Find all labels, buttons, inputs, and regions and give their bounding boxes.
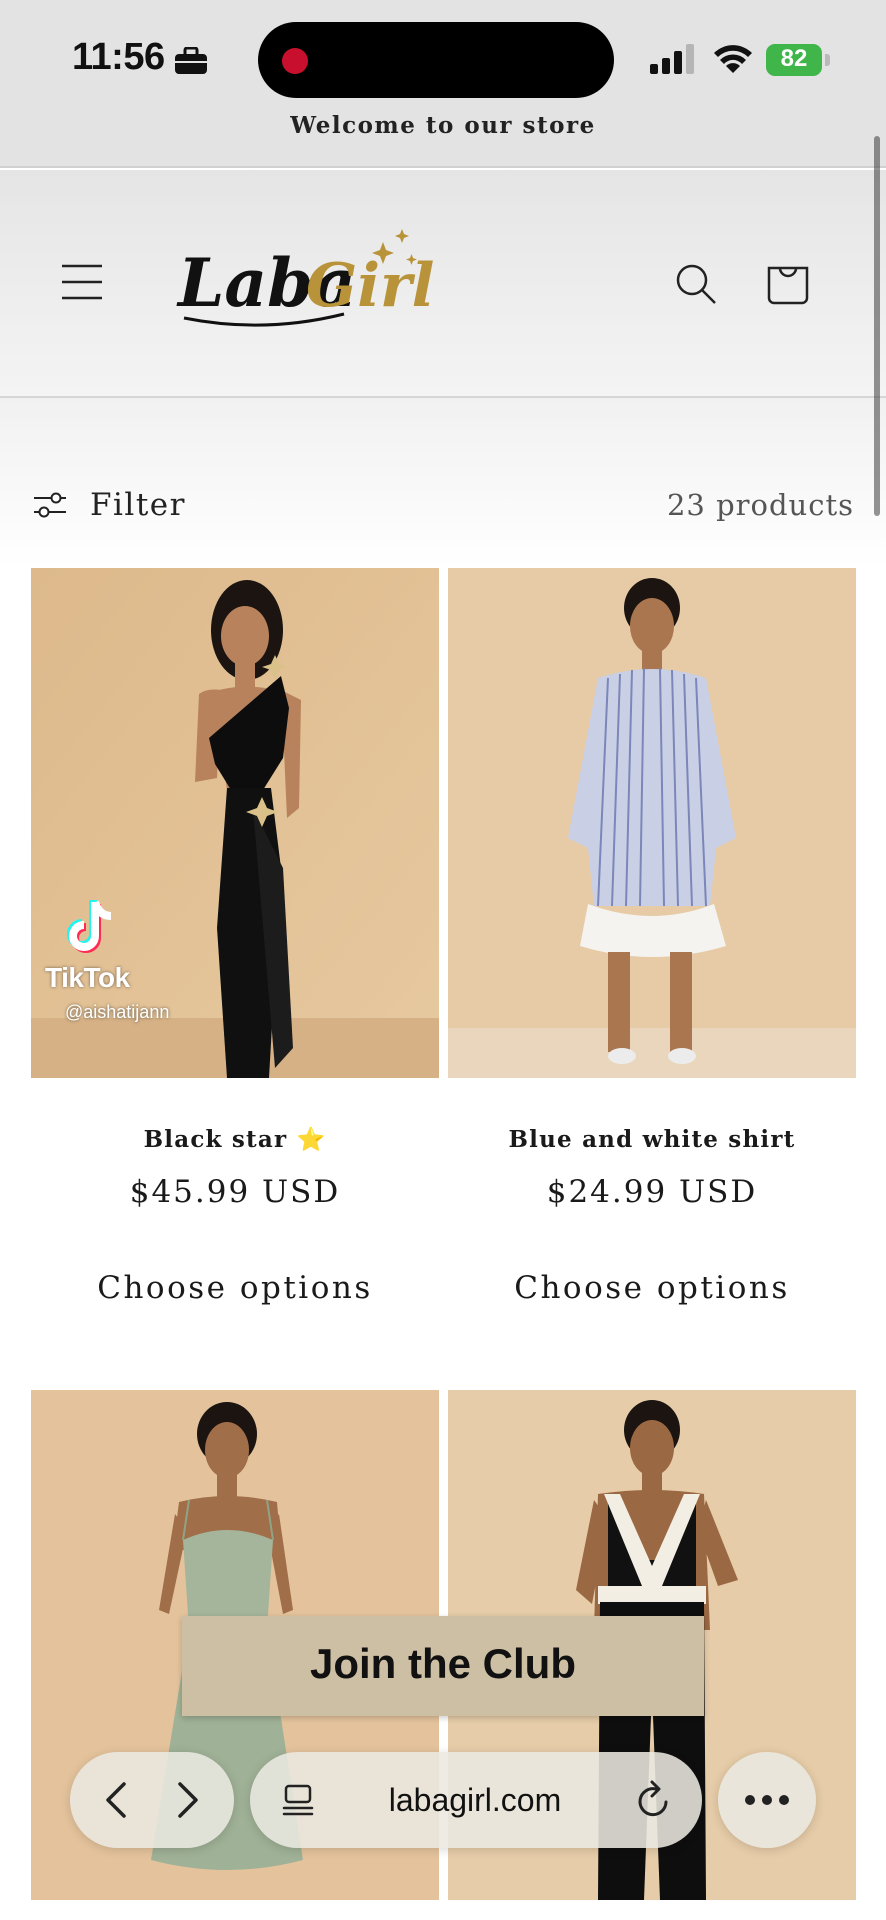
reload-icon[interactable] — [634, 1778, 674, 1822]
choose-options-button[interactable]: Choose options — [31, 1270, 439, 1306]
cart-icon[interactable] — [764, 258, 812, 306]
more-options-button[interactable] — [718, 1752, 816, 1848]
battery-level: 82 — [780, 45, 808, 72]
battery-icon: 82 — [766, 44, 830, 76]
tabs-icon[interactable] — [280, 1782, 316, 1818]
url-text[interactable]: labagirl.com — [330, 1782, 620, 1819]
navigation-controls — [70, 1752, 234, 1848]
product-count: 23 products — [666, 488, 854, 522]
filter-button[interactable]: Filter — [32, 484, 202, 526]
announcement-bar: Welcome to our store — [0, 100, 886, 168]
product-image[interactable]: TikTok @aishatijann — [31, 568, 439, 1078]
cellular-signal-icon — [650, 44, 694, 74]
status-time: 11:56 — [72, 36, 165, 78]
tiktok-brand: TikTok — [45, 962, 130, 993]
product-image[interactable] — [448, 568, 856, 1078]
product-title[interactable]: Blue and white shirt — [448, 1126, 856, 1153]
browser-toolbar: labagirl.com — [0, 1740, 886, 1920]
tiktok-logo-icon — [67, 900, 112, 953]
site-header: Laba Girl — [0, 170, 886, 398]
choose-options-button[interactable]: Choose options — [448, 1270, 856, 1306]
product-title[interactable]: Black star ⭐️ — [31, 1126, 439, 1153]
join-club-banner[interactable]: Join the Club — [182, 1616, 704, 1716]
announcement-text: Welcome to our store — [290, 112, 596, 139]
briefcase-icon — [175, 47, 207, 74]
page-scrollbar[interactable] — [874, 136, 880, 516]
hamburger-menu-icon[interactable] — [60, 262, 104, 302]
tiktok-handle: @aishatijann — [65, 1002, 170, 1022]
product-price: $45.99 USD — [129, 1174, 341, 1210]
search-icon[interactable] — [674, 262, 718, 306]
back-arrow-icon[interactable] — [92, 1774, 142, 1826]
sliders-icon — [34, 492, 66, 518]
filter-row: Filter 23 products — [0, 398, 886, 568]
address-bar[interactable]: labagirl.com — [250, 1752, 702, 1848]
product-price: $24.99 USD — [546, 1174, 758, 1210]
recording-indicator-icon — [282, 48, 308, 74]
store-logo[interactable]: Laba Girl — [174, 222, 434, 342]
tiktok-watermark: TikTok @aishatijann — [45, 896, 205, 1036]
forward-arrow-icon[interactable] — [162, 1774, 212, 1826]
filter-label: Filter — [90, 487, 186, 523]
wifi-icon — [714, 45, 752, 73]
more-dots-icon — [745, 1795, 789, 1805]
dynamic-island — [258, 22, 614, 98]
svg-text:Girl: Girl — [306, 251, 434, 321]
join-club-text: Join the Club — [310, 1640, 576, 1687]
